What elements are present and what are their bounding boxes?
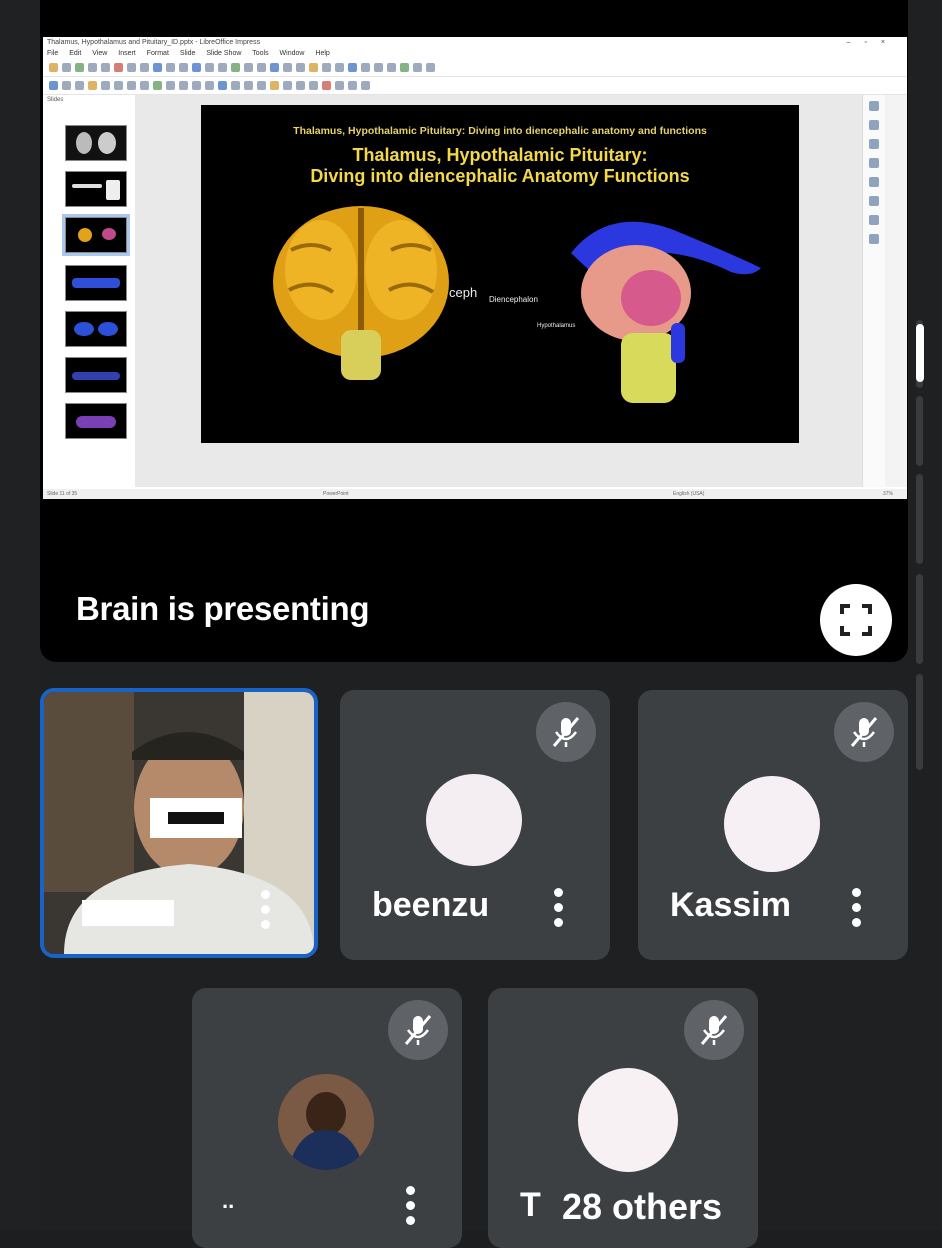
avatar — [426, 774, 522, 866]
censor-block — [82, 900, 174, 926]
mic-off-icon — [700, 1015, 728, 1045]
more-vert-icon — [259, 890, 271, 929]
fullscreen-icon — [840, 604, 872, 636]
impress-workspace: Slides Thalamus, Hypothalamic Pituitary:… — [43, 95, 907, 487]
slides-panel: Slides — [43, 95, 136, 487]
participant-name: T — [520, 1186, 541, 1224]
diencephalon-illustration — [571, 221, 761, 403]
slide-thumbnail[interactable] — [65, 171, 127, 207]
fullscreen-button[interactable] — [820, 584, 892, 656]
slide-counter: Slide 11 of 35 — [47, 491, 78, 497]
mute-indicator — [684, 1000, 744, 1060]
window-titlebar: Thalamus, Hypothalamus and Pituitary_ID.… — [43, 37, 907, 49]
slide-label-ceph: ceph — [449, 285, 478, 300]
participant-name: .. — [222, 1188, 235, 1213]
avatar — [278, 1074, 374, 1170]
toolbar-standard — [43, 59, 907, 77]
menu-edit: Edit — [69, 50, 82, 57]
participant-tile[interactable]: Kassim — [638, 690, 908, 960]
scrollbar-thumb[interactable] — [916, 324, 924, 382]
avatar — [724, 776, 820, 872]
slide-subtitle: Thalamus, Hypothalamic Pituitary: Diving… — [293, 125, 707, 137]
mic-off-icon — [404, 1015, 432, 1045]
presenting-label: Brain is presenting — [76, 590, 370, 627]
brain-illustration — [273, 206, 449, 380]
more-options-button[interactable] — [404, 1186, 416, 1230]
menu-format: Format — [146, 50, 169, 57]
menu-bar: File Edit View Insert Format Slide Slide… — [43, 49, 907, 59]
self-video-tile[interactable] — [40, 688, 318, 958]
mic-off-icon — [552, 717, 580, 747]
more-vert-icon — [850, 888, 862, 927]
scrollbar[interactable] — [916, 320, 924, 772]
slide-canvas: Thalamus, Hypothalamic Pituitary: Diving… — [135, 95, 885, 487]
mute-indicator — [834, 702, 894, 762]
mute-indicator — [536, 702, 596, 762]
menu-tools: Tools — [252, 50, 269, 57]
sidebar-deck — [862, 95, 885, 487]
status-bar: Slide 11 of 35 PowerPoint English (USA) … — [43, 489, 907, 499]
menu-file: File — [47, 50, 59, 57]
left-edge — [0, 0, 40, 1230]
slide-thumbnail[interactable] — [65, 125, 127, 161]
current-slide: Thalamus, Hypothalamic Pituitary: Diving… — [201, 105, 799, 443]
slide-thumbnail[interactable] — [65, 357, 127, 393]
more-vert-icon — [404, 1186, 416, 1225]
shared-screen: Thalamus, Hypothalamus and Pituitary_ID.… — [43, 37, 907, 499]
participant-tile[interactable]: .. — [192, 988, 462, 1248]
mic-off-icon — [850, 717, 878, 747]
participant-tile[interactable]: beenzu — [340, 690, 610, 960]
more-options-button[interactable] — [850, 888, 862, 932]
zoom-level: 37% — [883, 491, 894, 497]
slide-title-line1: Thalamus, Hypothalamic Pituitary: — [352, 145, 648, 165]
slide-thumbnail[interactable] — [65, 311, 127, 347]
more-vert-icon — [552, 888, 564, 927]
more-options-button[interactable] — [259, 890, 271, 934]
slide-thumbnail[interactable] — [65, 265, 127, 301]
slide-title: Thalamus, Hypothalamic Pituitary: Diving… — [201, 145, 799, 187]
slide-title-line2: Diving into diencephalic Anatomy Functio… — [310, 166, 690, 186]
avatar-photo — [278, 1074, 374, 1170]
slide-label-hypothalamus: Hypothalamus — [537, 323, 576, 329]
language: English (USA) — [673, 491, 705, 497]
toolbar-drawing — [43, 77, 907, 95]
mute-indicator — [388, 1000, 448, 1060]
censor-block — [150, 798, 242, 838]
menu-help: Help — [315, 50, 330, 57]
avatar — [578, 1068, 678, 1172]
more-options-button[interactable] — [552, 888, 564, 932]
presentation-stage: Thalamus, Hypothalamus and Pituitary_ID.… — [40, 0, 908, 662]
menu-view: View — [92, 50, 108, 57]
menu-slideshow: Slide Show — [206, 50, 242, 57]
slide-thumbnail[interactable] — [65, 403, 127, 439]
menu-slide: Slide — [179, 50, 196, 57]
participant-name: Kassim — [670, 886, 791, 924]
slides-panel-label: Slides — [47, 97, 64, 103]
layout-name: PowerPoint — [323, 491, 349, 497]
menu-window: Window — [279, 50, 305, 57]
participant-name: beenzu — [372, 886, 490, 924]
window-title: Thalamus, Hypothalamus and Pituitary_ID.… — [47, 39, 261, 46]
window-controls: –▫× — [846, 39, 899, 46]
slide-thumbnail-selected[interactable] — [62, 214, 130, 256]
menu-insert: Insert — [118, 50, 136, 57]
others-count-label: 28 others — [562, 1186, 723, 1227]
slide-label-diencephalon: Diencephalon — [489, 295, 538, 304]
